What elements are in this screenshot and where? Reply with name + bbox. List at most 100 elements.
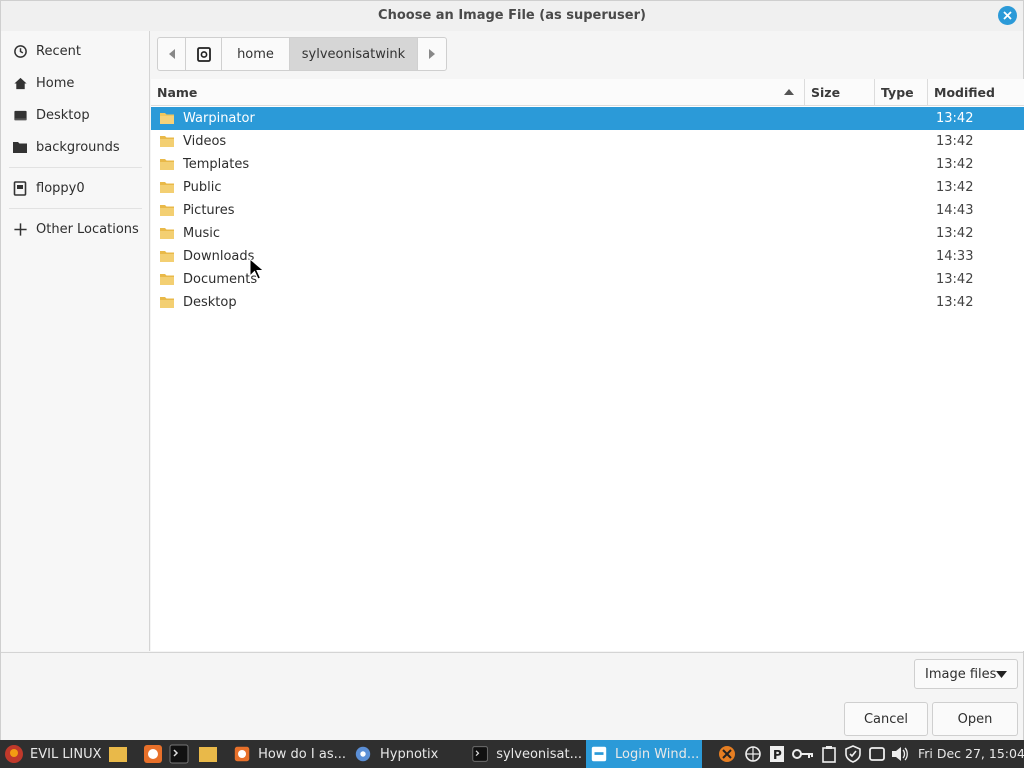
sidebar-separator xyxy=(9,167,142,168)
terminal-icon xyxy=(169,744,189,764)
file-row[interactable]: Downloads 14:33 xyxy=(151,245,1024,268)
column-header-name[interactable]: Name xyxy=(151,79,805,106)
drive-icon xyxy=(11,179,29,197)
sort-ascending-icon xyxy=(784,89,794,95)
file-modified: 14:33 xyxy=(936,249,974,264)
sidebar-item-other-locations[interactable]: Other Locations xyxy=(1,215,150,243)
folder-icon xyxy=(160,251,174,262)
file-row[interactable]: Pictures 14:43 xyxy=(151,199,1024,222)
open-button[interactable]: Open xyxy=(932,702,1018,736)
file-name: Templates xyxy=(183,157,250,172)
file-name: Music xyxy=(183,226,220,241)
folder-icon xyxy=(160,205,174,216)
path-segment-current[interactable]: sylveonisatwink xyxy=(290,38,418,70)
desktop-icon xyxy=(11,106,29,124)
file-row[interactable]: Music 13:42 xyxy=(151,222,1024,245)
folder-icon xyxy=(160,113,174,124)
column-header-label: Name xyxy=(157,85,198,100)
sidebar-item-recent[interactable]: Recent xyxy=(1,37,150,65)
file-name: Downloads xyxy=(183,249,255,264)
file-modified: 13:42 xyxy=(936,226,974,241)
column-header-label: Type xyxy=(881,85,914,100)
taskbar-window-browser[interactable]: How do I as... xyxy=(232,740,346,768)
taskbar: EVIL LINUX How do I as... Hypnotix sylve… xyxy=(0,740,1024,768)
distro-logo-icon xyxy=(5,745,23,763)
tv-icon xyxy=(355,746,371,762)
window-icon[interactable] xyxy=(868,745,886,763)
chevron-down-icon xyxy=(996,671,1007,678)
sidebar-separator xyxy=(9,208,142,209)
sidebar-item-label: backgrounds xyxy=(36,139,120,155)
taskbar-clock[interactable]: Fri Dec 27, 15:04 xyxy=(918,746,1024,761)
taskbar-window-hypnotix[interactable]: Hypnotix xyxy=(352,740,462,768)
home-icon xyxy=(11,74,29,92)
shield-icon[interactable] xyxy=(844,745,862,763)
volume-icon[interactable] xyxy=(891,745,909,763)
chevron-left-icon xyxy=(168,49,175,59)
file-row[interactable]: Videos 13:42 xyxy=(151,130,1024,153)
column-header-modified[interactable]: Modified xyxy=(928,79,1024,106)
file-row[interactable]: Public 13:42 xyxy=(151,176,1024,199)
column-header-label: Size xyxy=(811,85,841,100)
taskbar-window-terminal[interactable]: sylveonisat... xyxy=(470,740,582,768)
browser-icon xyxy=(234,746,250,762)
file-list: Name Size Type Modified Warpinator 13:42… xyxy=(151,79,1024,651)
path-root-button[interactable] xyxy=(186,38,222,70)
places-sidebar: Recent Home Desktop backgrounds floppy0 xyxy=(1,31,150,651)
sidebar-item-floppy0[interactable]: floppy0 xyxy=(1,174,150,202)
drive-icon xyxy=(196,46,211,62)
file-modified: 13:42 xyxy=(936,272,974,287)
launcher-browser[interactable] xyxy=(142,740,164,768)
clipboard-icon[interactable] xyxy=(820,745,838,763)
sidebar-item-label: Recent xyxy=(36,43,81,59)
sidebar-item-backgrounds[interactable]: backgrounds xyxy=(1,133,150,161)
folder-icon xyxy=(160,182,174,193)
column-header-row: Name Size Type Modified xyxy=(151,79,1024,106)
cancel-button[interactable]: Cancel xyxy=(844,702,928,736)
sidebar-item-home[interactable]: Home xyxy=(1,69,150,97)
login-window-icon xyxy=(591,746,607,762)
dialog-title: Choose an Image File (as superuser) xyxy=(378,8,646,23)
sidebar-item-label: Home xyxy=(36,75,75,91)
file-chooser-dialog: Choose an Image File (as superuser) Rece… xyxy=(0,0,1024,741)
warning-icon[interactable] xyxy=(718,745,736,763)
svg-text:P: P xyxy=(773,748,782,762)
launcher-terminal[interactable] xyxy=(168,740,190,768)
key-icon[interactable] xyxy=(792,745,814,763)
sidebar-item-desktop[interactable]: Desktop xyxy=(1,101,150,129)
terminal-icon xyxy=(472,746,488,762)
column-header-type[interactable]: Type xyxy=(875,79,928,106)
file-row[interactable]: Documents 13:42 xyxy=(151,268,1024,291)
launcher-files[interactable] xyxy=(106,740,130,768)
clipboard-p-icon[interactable]: P xyxy=(768,745,786,763)
close-button[interactable] xyxy=(998,6,1017,25)
file-row[interactable]: Warpinator 13:42 xyxy=(151,107,1024,130)
folder-icon xyxy=(160,297,174,308)
file-name: Documents xyxy=(183,272,258,287)
path-back-button[interactable] xyxy=(158,38,186,70)
file-modified: 13:42 xyxy=(936,295,974,310)
sidebar-item-label: Other Locations xyxy=(36,221,139,237)
taskbar-window-login[interactable]: Login Wind... xyxy=(586,740,702,768)
column-header-size[interactable]: Size xyxy=(805,79,875,106)
plus-icon xyxy=(11,220,29,238)
sidebar-item-label: floppy0 xyxy=(36,180,85,196)
mouse-cursor-icon xyxy=(249,258,265,280)
file-row[interactable]: Desktop 13:42 xyxy=(151,291,1024,314)
column-header-label: Modified xyxy=(934,85,995,100)
launcher-file-manager[interactable] xyxy=(196,740,220,768)
start-menu-button[interactable]: EVIL LINUX xyxy=(4,740,102,768)
network-icon[interactable] xyxy=(744,745,762,763)
folder-icon xyxy=(160,274,174,285)
file-type-filter-dropdown[interactable]: Image files xyxy=(914,659,1018,689)
folder-icon xyxy=(160,159,174,170)
dialog-action-bar: Image files Cancel Open xyxy=(1,652,1023,741)
path-forward-button[interactable] xyxy=(418,38,446,70)
start-menu-label: EVIL LINUX xyxy=(30,746,102,762)
path-segment-label: home xyxy=(237,46,274,62)
path-segment-home[interactable]: home xyxy=(222,38,290,70)
file-modified: 13:42 xyxy=(936,111,974,126)
file-name: Warpinator xyxy=(183,111,255,126)
folder-icon xyxy=(199,747,217,762)
file-row[interactable]: Templates 13:42 xyxy=(151,153,1024,176)
